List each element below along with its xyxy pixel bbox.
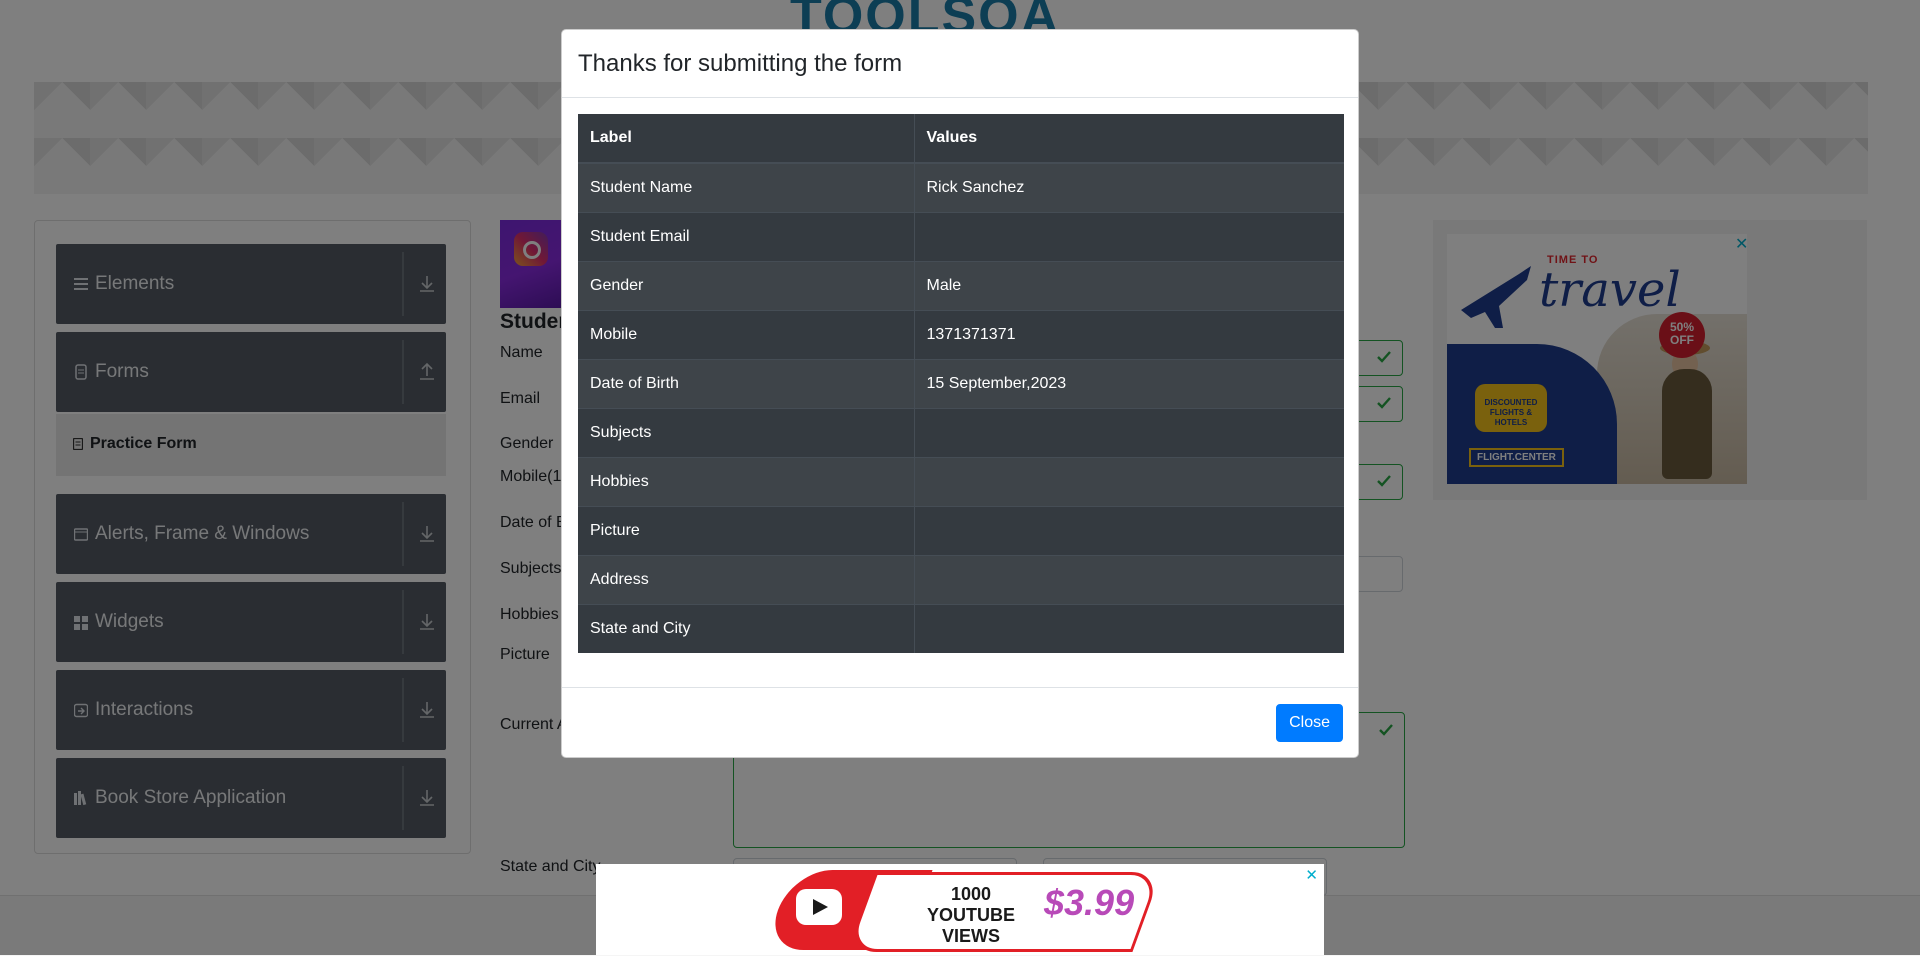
row-label: Hobbies [578, 456, 915, 506]
ad-line-2: YOUTUBE VIEWS [926, 905, 1015, 946]
column-header-label: Label [578, 114, 915, 164]
table-row: Hobbies [578, 456, 1344, 506]
table-row: Student Email [578, 211, 1344, 261]
row-value: Male [914, 260, 1344, 310]
row-label: Picture [578, 505, 915, 555]
row-label: Student Email [578, 211, 915, 261]
table-row: Student Name Rick Sanchez [578, 162, 1344, 212]
modal-title: Thanks for submitting the form [578, 50, 903, 77]
row-value: 15 September,2023 [914, 358, 1344, 408]
row-label: Gender [578, 260, 915, 310]
row-value [914, 554, 1344, 604]
table-row: Mobile 1371371371 [578, 309, 1344, 359]
row-label: Subjects [578, 407, 915, 457]
row-value [914, 407, 1344, 457]
row-value [914, 211, 1344, 261]
row-label: Date of Birth [578, 358, 915, 408]
row-label: Address [578, 554, 915, 604]
modal-footer: Close [562, 687, 1358, 759]
ad-bottom[interactable]: 1000 YOUTUBE VIEWS $3.99 ✕ [596, 864, 1324, 955]
row-label: Student Name [578, 162, 915, 212]
table-row: Picture [578, 505, 1344, 555]
close-button[interactable]: Close [1276, 704, 1343, 742]
table-row: Gender Male [578, 260, 1344, 310]
ad-close-icon[interactable]: ✕ [1305, 866, 1318, 884]
row-label: Mobile [578, 309, 915, 359]
row-value [914, 456, 1344, 506]
modal-header: Thanks for submitting the form [562, 30, 1358, 98]
table-row: Date of Birth 15 September,2023 [578, 358, 1344, 408]
column-header-values: Values [914, 114, 1344, 164]
row-value [914, 505, 1344, 555]
table-row: Subjects [578, 407, 1344, 457]
table-header-row: Label Values [578, 114, 1344, 164]
youtube-play-icon [796, 889, 842, 925]
row-label: State and City [578, 603, 915, 653]
submission-modal: Thanks for submitting the form Label Val… [561, 29, 1359, 758]
ad-line-1: 1000 [950, 884, 992, 904]
table-row: State and City [578, 603, 1344, 653]
ad-text: 1000 YOUTUBE VIEWS [906, 884, 1036, 947]
row-value: Rick Sanchez [914, 162, 1344, 212]
results-table: Label Values Student Name Rick Sanchez St… [578, 114, 1344, 653]
ad-price: $3.99 [1044, 882, 1135, 923]
row-value [914, 603, 1344, 653]
row-value: 1371371371 [914, 309, 1344, 359]
table-row: Address [578, 554, 1344, 604]
